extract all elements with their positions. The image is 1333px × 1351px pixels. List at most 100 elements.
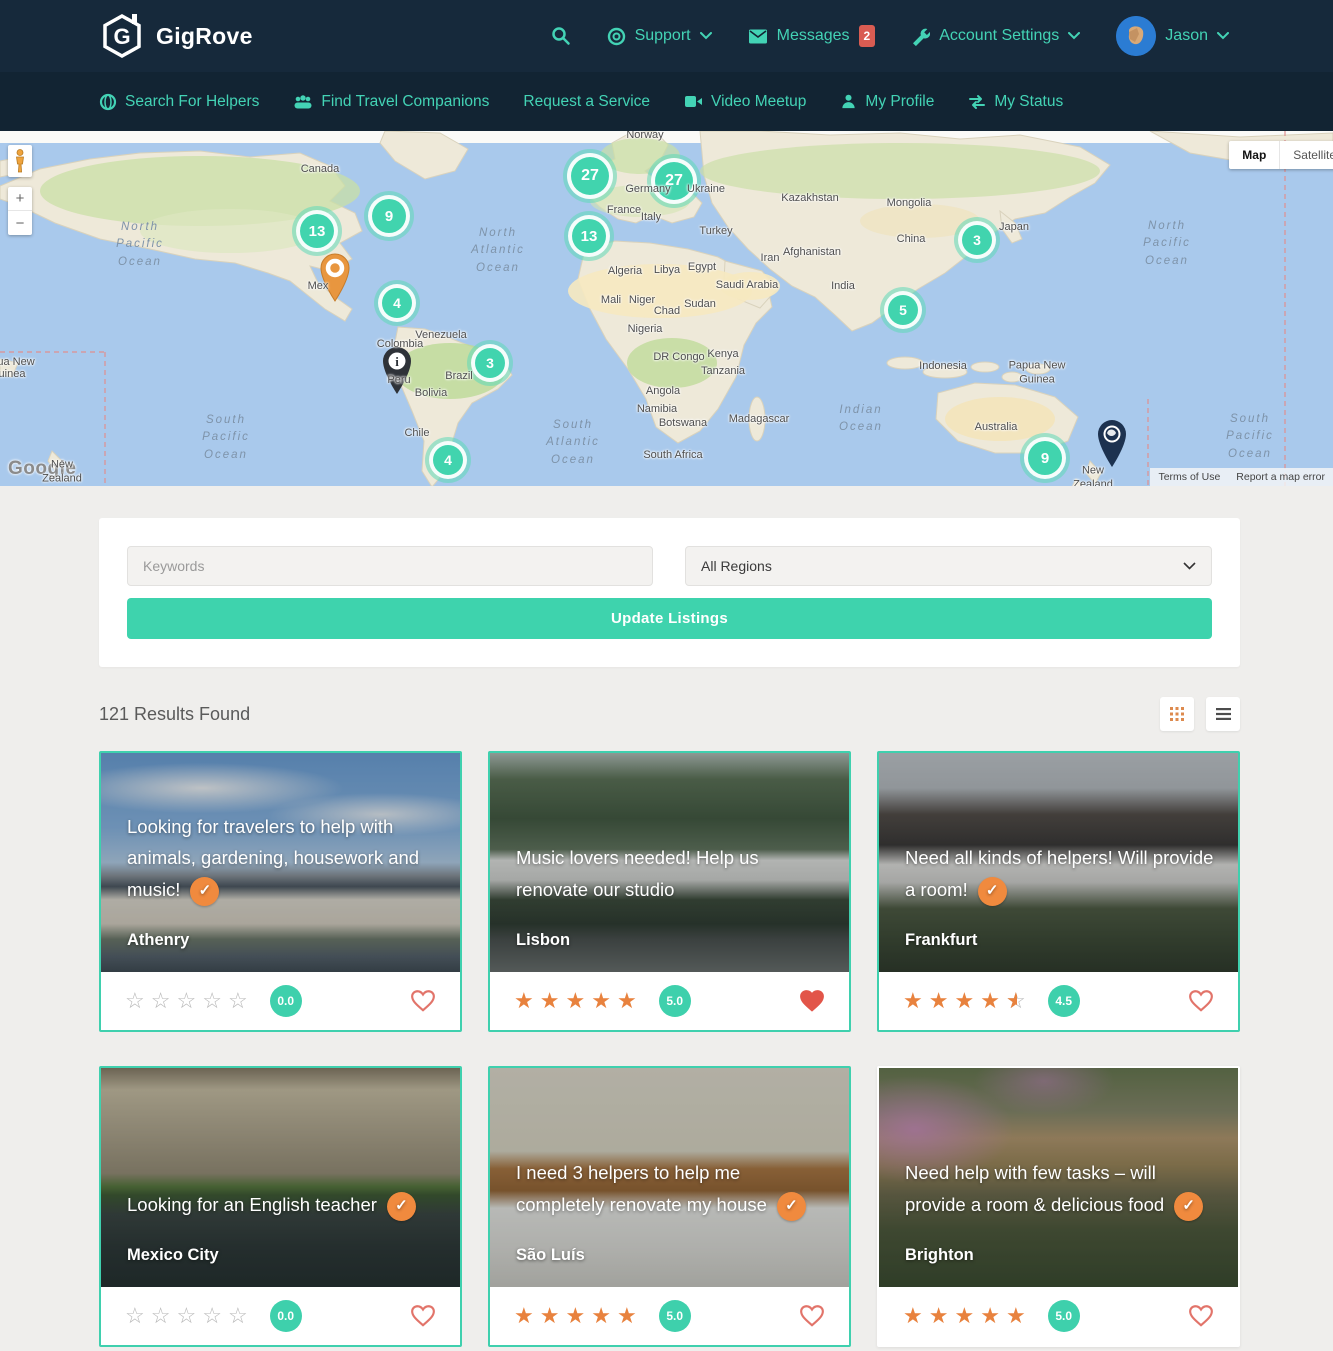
star-rating[interactable]: ☆☆☆☆☆ xyxy=(125,1305,254,1327)
star-icon[interactable]: ☆ xyxy=(202,1305,222,1327)
star-icon[interactable]: ★ xyxy=(980,1305,1000,1327)
star-icon[interactable]: ★ xyxy=(1006,1305,1026,1327)
star-icon[interactable]: ☆ xyxy=(228,990,248,1012)
star-icon[interactable]: ☆ xyxy=(176,1305,196,1327)
star-icon[interactable]: ☆ xyxy=(202,990,222,1012)
favorite-heart-icon[interactable] xyxy=(799,989,825,1013)
zoom-out-button[interactable]: − xyxy=(8,211,32,235)
star-icon[interactable]: ★ xyxy=(903,990,923,1012)
listing-card[interactable]: Music lovers needed! Help us renovate ou… xyxy=(488,751,851,1032)
star-icon[interactable]: ★ xyxy=(591,990,611,1012)
brand-logo[interactable]: G GigRove xyxy=(99,13,253,59)
zoom-in-button[interactable]: + xyxy=(8,187,32,211)
star-rating[interactable]: ★★★★★ xyxy=(514,990,643,1012)
map-cluster-marker[interactable]: 4 xyxy=(378,284,416,322)
verified-check-icon: ✓ xyxy=(1174,1192,1203,1221)
star-icon[interactable]: ★ xyxy=(565,1305,585,1327)
star-rating[interactable]: ★★★★★ xyxy=(903,1305,1032,1327)
star-icon[interactable]: ★ xyxy=(929,990,949,1012)
list-view-button[interactable] xyxy=(1206,697,1240,731)
support-menu[interactable]: Support xyxy=(607,27,712,46)
star-icon[interactable]: ★ xyxy=(929,1305,949,1327)
results-count: 121 Results Found xyxy=(99,704,250,725)
map-cluster-marker[interactable]: 9 xyxy=(368,195,410,237)
star-icon[interactable]: ★ xyxy=(591,1305,611,1327)
star-rating[interactable]: ☆☆☆☆☆ xyxy=(125,990,254,1012)
navy-globe-pin[interactable] xyxy=(1095,418,1129,473)
star-icon[interactable]: ☆ xyxy=(228,1305,248,1327)
star-icon[interactable]: ☆ xyxy=(125,1305,145,1327)
user-menu[interactable]: Jason xyxy=(1116,16,1229,56)
star-icon[interactable]: ★ xyxy=(540,1305,560,1327)
nav-my-profile[interactable]: My Profile xyxy=(840,93,934,111)
listing-card[interactable]: Need help with few tasks – will provide … xyxy=(877,1066,1240,1347)
map-type-satellite-button[interactable]: Satellite xyxy=(1279,141,1333,169)
map-cluster-marker[interactable]: 13 xyxy=(296,210,338,252)
google-logo[interactable]: Google xyxy=(8,458,76,480)
star-icon[interactable]: ☆ xyxy=(176,990,196,1012)
street-view-pegman[interactable] xyxy=(8,145,32,177)
keywords-input[interactable] xyxy=(127,546,653,586)
orange-location-pin[interactable] xyxy=(318,252,352,307)
map-cluster-marker[interactable]: 4 xyxy=(429,441,467,479)
map-cluster-marker[interactable]: 9 xyxy=(1024,437,1066,479)
region-select[interactable]: All Regions xyxy=(685,546,1212,586)
listing-city: Brighton xyxy=(905,1246,974,1265)
nav-my-status[interactable]: My Status xyxy=(968,93,1063,111)
chevron-down-icon xyxy=(1183,562,1196,570)
star-icon[interactable]: ☆ xyxy=(151,990,171,1012)
star-icon[interactable]: ★ xyxy=(540,990,560,1012)
favorite-heart-icon[interactable] xyxy=(1188,1304,1214,1328)
star-icon[interactable]: ★ xyxy=(903,1305,923,1327)
star-icon[interactable]: ★ xyxy=(617,1305,637,1327)
listing-card[interactable]: Looking for travelers to help with anima… xyxy=(99,751,462,1032)
black-info-pin[interactable]: i xyxy=(380,345,414,400)
grid-view-button[interactable] xyxy=(1160,697,1194,731)
favorite-heart-icon[interactable] xyxy=(799,1304,825,1328)
verified-check-icon: ✓ xyxy=(978,877,1007,906)
nav-search-for-helpers[interactable]: Search For Helpers xyxy=(99,93,259,111)
star-icon[interactable]: ★ xyxy=(514,1305,534,1327)
google-map[interactable]: Map Satellite + − Google Terms of Use Re… xyxy=(0,131,1333,486)
star-icon[interactable]: ★ xyxy=(954,1305,974,1327)
star-icon[interactable]: ★ xyxy=(980,990,1000,1012)
rating-badge: 4.5 xyxy=(1048,985,1080,1017)
terms-of-use-link[interactable]: Terms of Use xyxy=(1158,471,1220,483)
map-cluster-marker[interactable]: 5 xyxy=(884,291,922,329)
star-icon[interactable]: ★ xyxy=(954,990,974,1012)
star-icon[interactable]: ★ xyxy=(617,990,637,1012)
report-map-error-link[interactable]: Report a map error xyxy=(1236,471,1325,483)
star-icon[interactable]: ☆ xyxy=(125,990,145,1012)
map-cluster-marker[interactable]: 3 xyxy=(958,221,996,259)
nav-request-a-service[interactable]: Request a Service xyxy=(523,93,650,111)
nav-video-meetup[interactable]: Video Meetup xyxy=(684,93,806,111)
favorite-heart-icon[interactable] xyxy=(410,989,436,1013)
map-cluster-marker[interactable]: 13 xyxy=(568,215,610,257)
messages-menu[interactable]: Messages 2 xyxy=(748,25,876,47)
rating-badge: 0.0 xyxy=(270,985,302,1017)
svg-text:i: i xyxy=(395,354,399,369)
listing-card[interactable]: Looking for an English teacher✓ Mexico C… xyxy=(99,1066,462,1347)
map-attribution: Terms of Use Report a map error xyxy=(1150,468,1333,486)
map-cluster-marker[interactable]: 27 xyxy=(651,158,697,204)
map-cluster-marker[interactable]: 27 xyxy=(567,153,613,199)
header-search-button[interactable] xyxy=(551,26,571,46)
star-rating[interactable]: ★★★★★ xyxy=(514,1305,643,1327)
listing-card[interactable]: I need 3 helpers to help me completely r… xyxy=(488,1066,851,1347)
favorite-heart-icon[interactable] xyxy=(1188,989,1214,1013)
star-icon[interactable]: ★ xyxy=(514,990,534,1012)
star-icon[interactable]: ☆ xyxy=(151,1305,171,1327)
star-icon[interactable]: ☆★ xyxy=(1006,990,1026,1012)
verified-check-icon: ✓ xyxy=(777,1192,806,1221)
update-listings-button[interactable]: Update Listings xyxy=(127,598,1212,639)
listing-card[interactable]: Need all kinds of helpers! Will provide … xyxy=(877,751,1240,1032)
map-type-map-button[interactable]: Map xyxy=(1229,141,1279,169)
map-cluster-marker[interactable]: 3 xyxy=(471,344,509,382)
favorite-heart-icon[interactable] xyxy=(410,1304,436,1328)
rating-badge: 5.0 xyxy=(659,985,691,1017)
nav-find-travel-companions[interactable]: Find Travel Companions xyxy=(293,93,489,111)
star-icon[interactable]: ★ xyxy=(565,990,585,1012)
gigrove-hexagon-logo-icon: G xyxy=(99,13,145,59)
star-rating[interactable]: ★★★★☆★ xyxy=(903,990,1032,1012)
account-settings-menu[interactable]: Account Settings xyxy=(911,27,1080,46)
